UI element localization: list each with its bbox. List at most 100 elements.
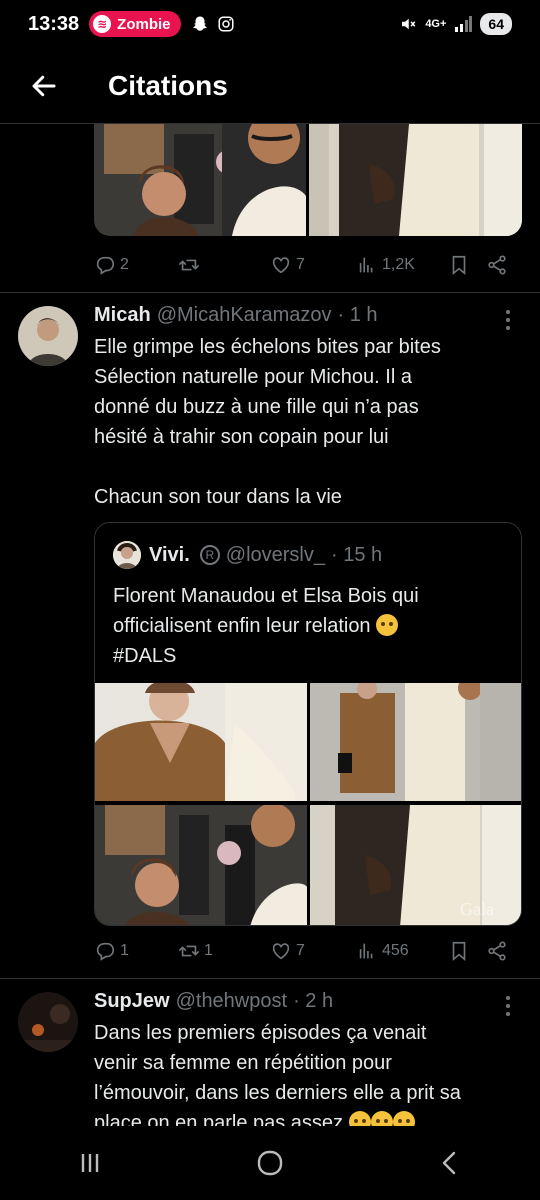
app-header: Citations — [0, 48, 540, 124]
quoted-author-handle: @loverslv_ — [225, 543, 325, 566]
like-count: 7 — [296, 256, 305, 273]
reply-button[interactable]: 1 — [94, 940, 178, 962]
bookmark-icon — [452, 941, 466, 962]
back-nav-button[interactable] — [435, 1148, 465, 1178]
reply-button[interactable]: 2 — [94, 254, 178, 276]
reply-count: 1 — [120, 942, 129, 959]
tweet-line: place on en parle pas assez — [94, 1112, 344, 1126]
avatar[interactable] — [18, 306, 78, 366]
laughing-emoji-icon — [392, 1111, 415, 1126]
views-button[interactable]: 1,2K — [356, 254, 448, 276]
retweet-icon — [179, 945, 199, 957]
spotify-icon: ≋ — [93, 15, 112, 33]
retweet-button[interactable]: 1 — [178, 940, 270, 962]
tweet-line: Elle grimpe les échelons bites par bites — [94, 336, 441, 358]
instagram-icon — [218, 16, 233, 32]
reply-icon — [96, 256, 115, 275]
like-button[interactable]: 7 — [270, 254, 356, 276]
views-count: 1,2K — [382, 256, 415, 273]
system-nav-bar — [0, 1126, 540, 1200]
retweet-count: 1 — [204, 942, 213, 959]
quoted-hashtag[interactable]: #DALS — [113, 641, 513, 671]
more-options-button[interactable] — [506, 310, 512, 334]
bookmark-icon — [452, 255, 466, 276]
author-handle[interactable]: @thehwpost — [176, 990, 287, 1013]
tweet-header: Micah @MicahKaramazov · 1 h — [94, 304, 378, 327]
quoted-tweet-time: · 15 h — [331, 543, 383, 566]
tweet-line: venir sa femme en répétition pour — [94, 1052, 392, 1074]
signal-icon — [455, 16, 473, 32]
views-button[interactable]: 456 — [356, 940, 448, 962]
recent-apps-button[interactable] — [75, 1148, 105, 1178]
quoted-line: Florent Manaudou et Elsa Bois qui — [113, 585, 419, 607]
laughing-emoji-icon — [370, 1111, 393, 1126]
tweet-header: SupJew @thehwpost · 2 h — [94, 990, 333, 1013]
author-handle[interactable]: @MicahKaramazov — [157, 304, 332, 327]
quoted-text: Florent Manaudou et Elsa Bois qui offici… — [113, 581, 513, 671]
heart-icon — [272, 943, 290, 960]
tweet-line — [94, 452, 524, 482]
author-name[interactable]: Micah — [94, 304, 151, 327]
divider — [0, 978, 540, 979]
back-button[interactable] — [22, 64, 66, 108]
laughing-emoji-icon — [348, 1111, 371, 1126]
share-icon — [488, 255, 506, 275]
bookmark-button[interactable] — [448, 940, 486, 962]
reply-icon — [96, 942, 115, 961]
tweet-line: Chacun son tour dans la vie — [94, 486, 342, 508]
snapchat-icon — [192, 16, 207, 31]
divider — [0, 292, 540, 293]
mute-icon — [402, 18, 416, 30]
tweet-text: Dans les premiers épisodes ça venait ven… — [94, 1018, 524, 1126]
tweet-line: Dans les premiers épisodes ça venait — [94, 1022, 427, 1044]
tweet-time: · 1 h — [337, 304, 378, 326]
spotify-chip[interactable]: ≋ Zombie — [89, 11, 181, 37]
media-image-2b[interactable] — [222, 124, 306, 236]
quoted-image-4[interactable]: Gala — [310, 805, 521, 925]
quoted-line: officialisent enfin leur relation — [113, 615, 371, 637]
page-title: Citations — [108, 69, 228, 101]
tweet-line: Sélection naturelle pour Michou. Il a — [94, 366, 412, 388]
tweet-time: · 2 h — [293, 990, 334, 1012]
like-count: 7 — [296, 942, 305, 959]
battery-indicator: 64 — [480, 13, 512, 35]
watermark-text: Gala — [460, 899, 494, 919]
tweet-text: Elle grimpe les échelons bites par bites… — [94, 332, 524, 512]
network-label: 4G+ — [425, 18, 447, 30]
quoted-tweet-card[interactable]: Vivi. R @loverslv_ · 15 h Florent Manaud… — [94, 522, 522, 926]
views-count: 456 — [382, 942, 409, 959]
status-bar: 13:38 ≋ Zombie 4G+ 64 — [0, 0, 540, 48]
views-icon — [359, 943, 373, 959]
registered-badge-icon: R — [199, 545, 220, 565]
tweet-line: l’émouvoir, dans les derniers elle a pri… — [94, 1082, 461, 1104]
retweet-icon — [179, 259, 199, 271]
quoted-image-2[interactable] — [310, 683, 521, 801]
action-bar: 1 1 7 456 — [94, 936, 522, 966]
like-button[interactable]: 7 — [270, 940, 356, 962]
arrow-left-icon — [32, 75, 56, 96]
tweet-line: hésité à trahir son copain pour lui — [94, 426, 389, 448]
action-bar-prev: 2 7 1,2K — [94, 250, 522, 280]
quoted-header: Vivi. R @loverslv_ · 15 h — [113, 541, 382, 569]
share-button[interactable] — [486, 254, 508, 276]
retweet-button[interactable] — [178, 254, 270, 276]
bookmark-button[interactable] — [448, 254, 486, 276]
views-icon — [359, 257, 373, 273]
quoted-avatar — [113, 541, 141, 569]
more-options-button[interactable] — [506, 996, 512, 1020]
pleading-face-emoji-icon — [376, 614, 399, 636]
share-icon — [488, 941, 506, 961]
quoted-author-name: Vivi. — [149, 543, 190, 566]
home-button[interactable] — [254, 1147, 286, 1179]
media-image-2[interactable] — [309, 124, 522, 236]
share-button[interactable] — [486, 940, 508, 962]
status-time: 13:38 — [28, 12, 80, 35]
spotify-chip-label: Zombie — [117, 15, 171, 33]
reply-count: 2 — [120, 256, 129, 273]
quoted-image-3[interactable] — [95, 805, 307, 925]
quoted-image-1[interactable] — [95, 683, 307, 801]
avatar[interactable] — [18, 992, 78, 1052]
heart-icon — [272, 257, 290, 274]
author-name[interactable]: SupJew — [94, 990, 170, 1013]
tweet-line: donné du buzz à une fille qui n’a pas — [94, 396, 419, 418]
